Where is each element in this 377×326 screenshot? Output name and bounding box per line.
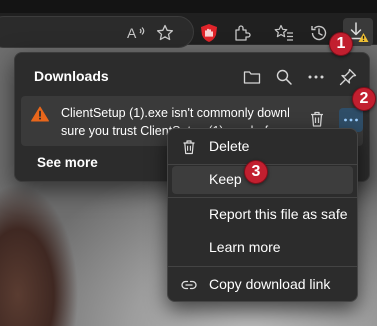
- menu-item-report-safe[interactable]: Report this file as safe: [172, 201, 353, 229]
- svg-text:A: A: [127, 25, 137, 41]
- pin-icon[interactable]: [336, 65, 360, 89]
- menu-item-delete[interactable]: Delete: [172, 133, 353, 161]
- download-warning-line-1: ClientSetup (1).exe isn't commonly downl…: [61, 106, 289, 120]
- trash-icon: [181, 139, 197, 155]
- panel-title: Downloads: [34, 68, 109, 84]
- menu-item-label: Report this file as safe: [209, 206, 348, 222]
- tab-strip: [0, 0, 377, 13]
- step-badge-1: 1: [329, 32, 353, 56]
- more-options-icon[interactable]: [304, 65, 328, 89]
- download-context-menu: Delete Keep Report this file as safe Lea…: [167, 128, 358, 302]
- menu-item-label: Learn more: [209, 239, 281, 255]
- browser-toolbar: A: [0, 0, 377, 48]
- extension-icon[interactable]: [196, 20, 222, 46]
- puzzle-icon[interactable]: [229, 20, 255, 46]
- menu-item-label: Keep: [209, 171, 242, 187]
- step-badge-3: 3: [244, 160, 268, 184]
- warning-icon: [31, 106, 49, 127]
- read-aloud-icon[interactable]: A: [124, 20, 150, 46]
- step-badge-2: 2: [352, 87, 376, 111]
- favorite-star-icon[interactable]: [152, 20, 178, 46]
- delete-download-button[interactable]: [306, 108, 328, 130]
- menu-item-copy-link[interactable]: Copy download link: [172, 271, 353, 299]
- search-icon[interactable]: [272, 65, 296, 89]
- open-folder-icon[interactable]: [240, 65, 264, 89]
- trash-icon: [311, 111, 323, 127]
- see-more-link[interactable]: See more: [37, 155, 98, 170]
- menu-item-label: Delete: [209, 138, 250, 154]
- menu-item-label: Copy download link: [209, 276, 331, 292]
- menu-separator: [168, 266, 357, 267]
- link-icon: [181, 277, 197, 293]
- menu-item-learn-more[interactable]: Learn more: [172, 234, 353, 262]
- more-actions-icon: [344, 118, 358, 122]
- menu-separator: [168, 197, 357, 198]
- favorites-icon[interactable]: [271, 20, 297, 46]
